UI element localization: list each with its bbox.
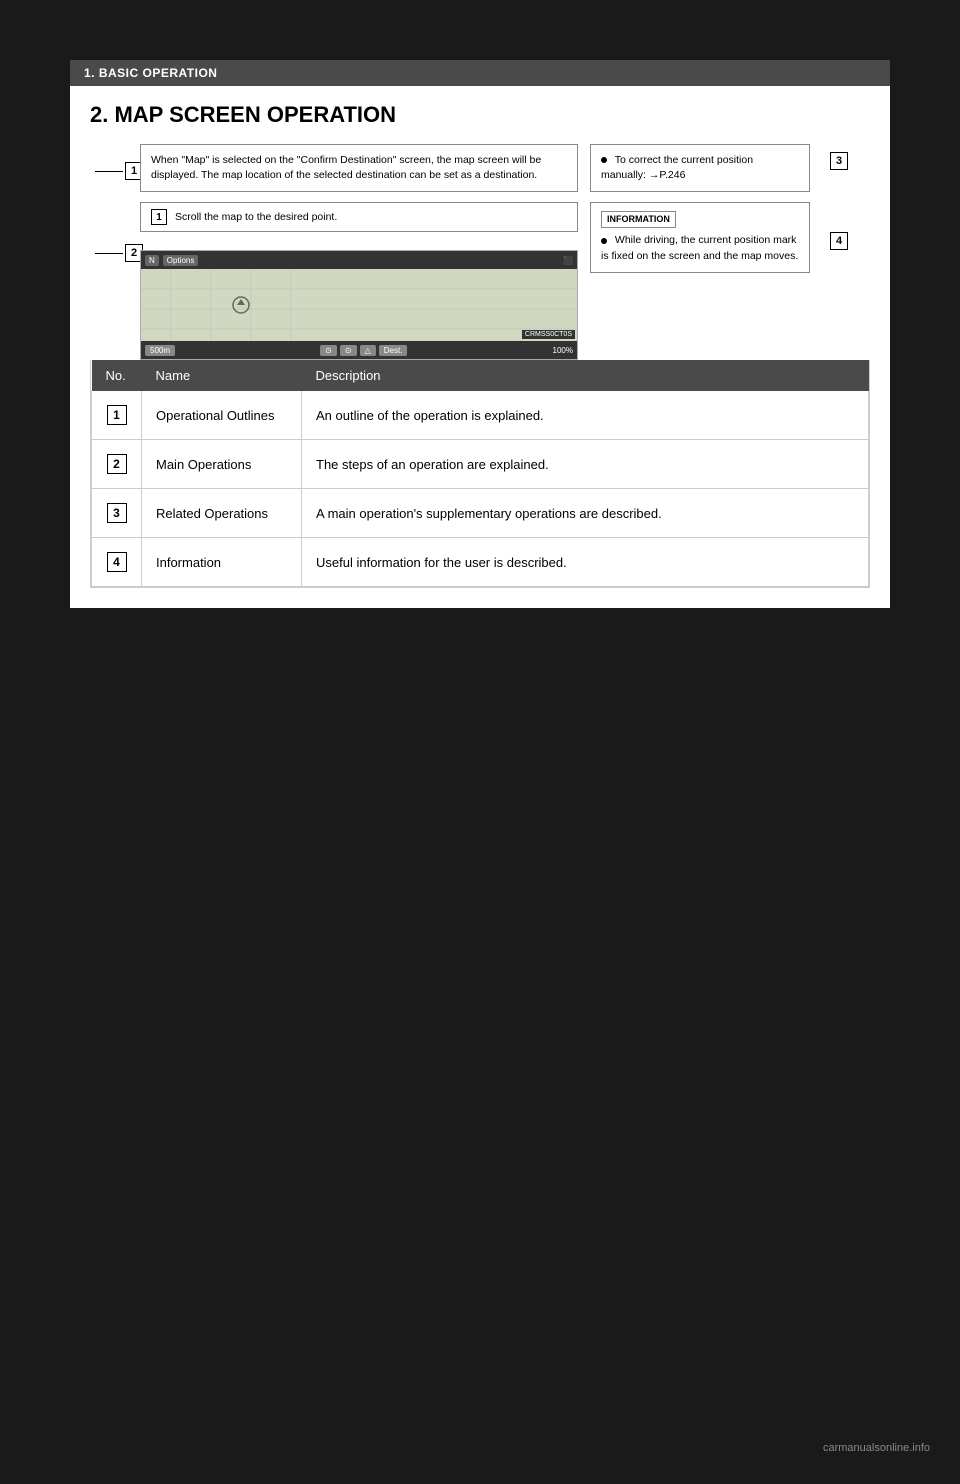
map-footer: 500m ⊙ ⊙ △ Dest. 100%: [141, 341, 577, 359]
table-cell-description: An outline of the operation is explained…: [302, 391, 869, 440]
table-num-badge-4: 4: [107, 552, 127, 572]
table-cell-name: Information: [142, 538, 302, 587]
map-btn-icon3: △: [360, 345, 376, 356]
table-num-badge-1: 1: [107, 405, 127, 425]
table-cell-num: 1: [92, 391, 142, 440]
table-cell-num: 2: [92, 440, 142, 489]
step-row-1: 1 Scroll the map to the desired point.: [140, 202, 578, 232]
callout-box-1: When "Map" is selected on the "Confirm D…: [140, 144, 578, 192]
diagram-inner: When "Map" is selected on the "Confirm D…: [140, 144, 810, 360]
table-header-row: No. Name Description: [92, 360, 869, 391]
map-btn-zoom: 500m: [145, 345, 175, 356]
map-btn-options: Options: [163, 255, 199, 266]
table-cell-description: A main operation's supplementary operati…: [302, 489, 869, 538]
related-ops-box: To correct the current position manually…: [590, 144, 810, 192]
label-3-container: 3: [830, 152, 848, 170]
info-label: INFORMATION: [601, 211, 676, 228]
info-text: While driving, the current position mark…: [601, 234, 798, 261]
step-number: 1: [151, 209, 167, 225]
table-num-badge-2: 2: [107, 454, 127, 474]
label-1-container: 1: [95, 162, 143, 180]
num-badge-4: 4: [830, 232, 848, 250]
bullet-2: [601, 238, 607, 244]
page-watermark: carmanualsonline.info: [823, 1442, 930, 1454]
description-table-wrapper: No. Name Description 1 Operational Outlin…: [90, 360, 870, 588]
map-svg: [141, 269, 577, 341]
map-watermark: CRMSS0CT0S: [522, 330, 575, 339]
section-title: 2. MAP SCREEN OPERATION: [90, 102, 870, 128]
bullet-1: [601, 157, 607, 163]
col-header-description: Description: [302, 360, 869, 391]
map-btn-icon2: ⊙: [340, 345, 357, 356]
map-footer-buttons: ⊙ ⊙ △ Dest.: [320, 345, 407, 356]
information-box: INFORMATION While driving, the current p…: [590, 202, 810, 272]
map-scale: 100%: [553, 346, 573, 355]
map-mockup: N Options ⬛: [140, 250, 578, 360]
table-cell-num: 4: [92, 538, 142, 587]
header-bar-text: 1. BASIC OPERATION: [84, 66, 217, 80]
table-cell-name: Main Operations: [142, 440, 302, 489]
table-cell-description: The steps of an operation are explained.: [302, 440, 869, 489]
map-btn-icon1: ⊙: [320, 345, 337, 356]
arrow-1: [95, 171, 123, 172]
table-row: 1 Operational OutlinesAn outline of the o…: [92, 391, 869, 440]
diagram-left: When "Map" is selected on the "Confirm D…: [140, 144, 578, 360]
table-num-badge-3: 3: [107, 503, 127, 523]
col-header-no: No.: [92, 360, 142, 391]
label-2-container: 2: [95, 244, 143, 262]
label-4-container: 4: [830, 232, 848, 250]
related-ops-text: To correct the current position manually…: [601, 154, 753, 181]
map-icon-right: ⬛: [563, 256, 573, 265]
section-header-bar: 1. BASIC OPERATION: [70, 60, 890, 86]
col-header-name: Name: [142, 360, 302, 391]
diagram-right: 3 4 To correct the current position manu…: [590, 144, 810, 360]
table-cell-num: 3: [92, 489, 142, 538]
map-toolbar: N Options ⬛: [141, 251, 577, 269]
table-cell-description: Useful information for the user is descr…: [302, 538, 869, 587]
arrow-2: [95, 253, 123, 254]
table-row: 4 InformationUseful information for the u…: [92, 538, 869, 587]
table-row: 3 Related OperationsA main operation's su…: [92, 489, 869, 538]
step-text: Scroll the map to the desired point.: [175, 211, 337, 223]
map-btn-dest: Dest.: [379, 345, 408, 356]
num-badge-3: 3: [830, 152, 848, 170]
map-btn-n: N: [145, 255, 159, 266]
description-table: No. Name Description 1 Operational Outlin…: [91, 360, 869, 587]
table-row: 2 Main OperationsThe steps of an operatio…: [92, 440, 869, 489]
callout-text-1: When "Map" is selected on the "Confirm D…: [151, 154, 541, 181]
map-body: CRMSS0CT0S: [141, 269, 577, 341]
table-cell-name: Operational Outlines: [142, 391, 302, 440]
diagram-container: 1 2 When "Map" is selected on the "Confi…: [140, 144, 810, 360]
table-cell-name: Related Operations: [142, 489, 302, 538]
